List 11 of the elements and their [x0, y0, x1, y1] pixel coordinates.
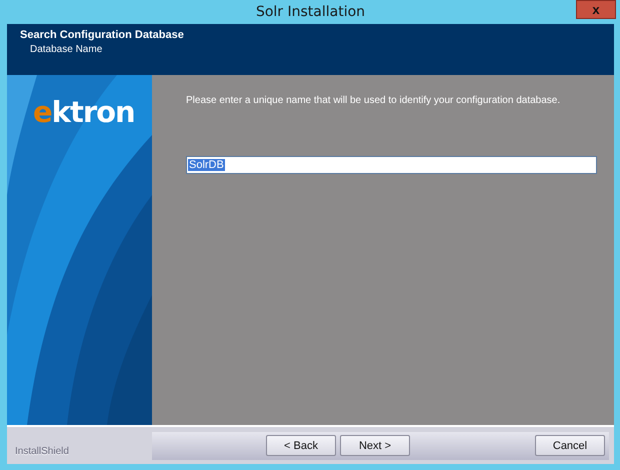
installer-brand: InstallShield [14, 445, 70, 457]
window-title: Solr Installation [256, 4, 366, 20]
cancel-button[interactable]: Cancel [535, 435, 605, 456]
logo: ektron [33, 95, 135, 129]
database-name-field[interactable]: SolrDB [186, 156, 597, 174]
nav-button[interactable]: < Back [266, 435, 336, 456]
nav-button[interactable]: Next > [340, 435, 410, 456]
page-title: Search Configuration Database [20, 29, 185, 41]
instruction-text: Please enter a unique name that will be used to identify your configuration database. [186, 95, 562, 106]
close-button[interactable]: x [576, 0, 616, 19]
page-subtitle: Database Name [29, 44, 104, 55]
